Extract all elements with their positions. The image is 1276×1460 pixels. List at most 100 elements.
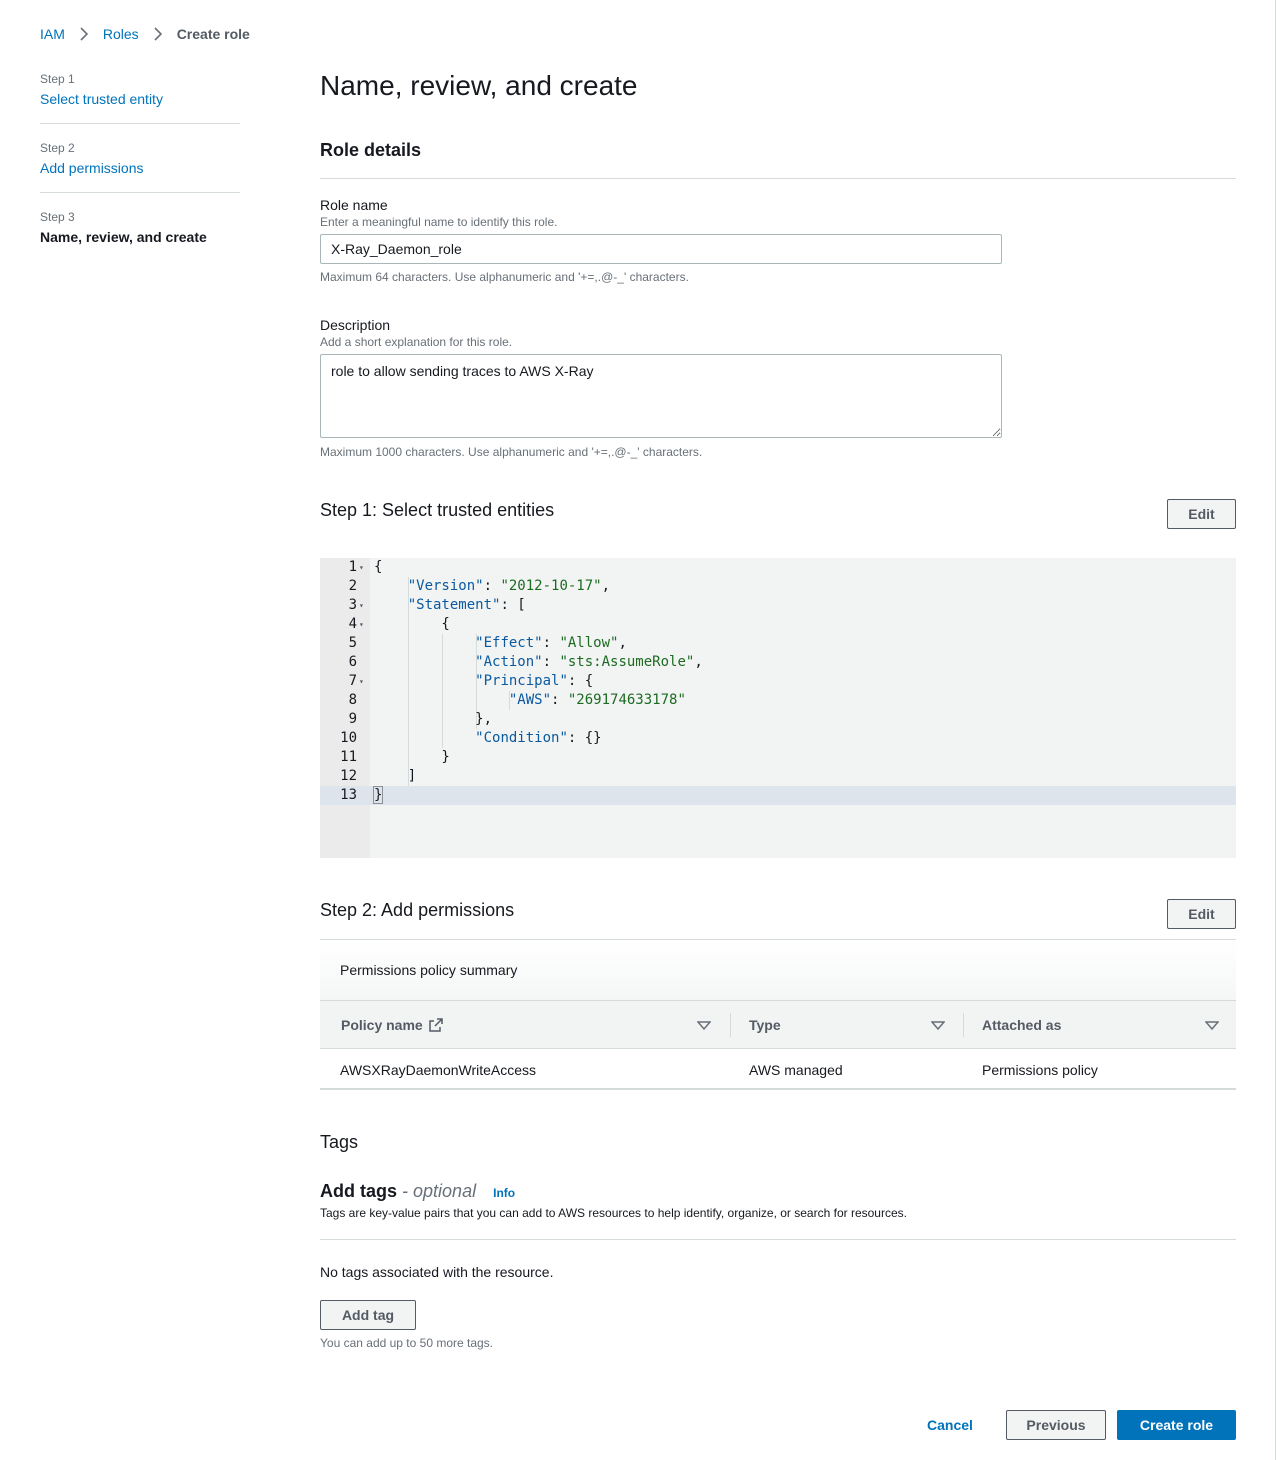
code-text: "AWS": "269174633178" — [508, 692, 686, 708]
role-name-label: Role name — [320, 197, 388, 213]
line-number: 10 — [340, 730, 357, 746]
code-text: "Principal": { — [475, 673, 594, 689]
role-details-header: Role details — [320, 140, 422, 160]
line-number: 7 — [348, 673, 357, 689]
permissions-summary-table: Permissions policy summary Policy name T… — [320, 939, 1236, 1090]
fold-arrow-icon[interactable]: ▾ — [359, 672, 364, 691]
code-line-active: 13 } — [320, 786, 1236, 805]
code-line: 5 "Effect": "Allow", — [320, 634, 1236, 653]
step-link-add-permissions[interactable]: Add permissions — [40, 160, 240, 176]
code-line: 9 }, — [320, 710, 1236, 729]
line-number: 4 — [348, 616, 357, 632]
line-number: 8 — [348, 692, 357, 708]
column-divider — [730, 1013, 731, 1037]
breadcrumb: IAM Roles Create role — [40, 26, 250, 42]
json-key: "Version" — [407, 578, 484, 594]
json-key: "Condition" — [475, 730, 568, 746]
step2-title: Step 2: Add permissions — [320, 900, 515, 920]
step-current-name-review-create: Name, review, and create — [40, 229, 207, 245]
description-description: Add a short explanation for this role. — [320, 335, 513, 349]
trust-policy-editor[interactable]: 1 ▾ { 2 "Version": "2012-10-17", 3 ▾ "Stat… — [320, 558, 1236, 858]
breadcrumb-roles[interactable]: Roles — [103, 26, 139, 42]
divider — [320, 178, 1236, 179]
description-textarea[interactable]: role to allow sending traces to AWS X-Ra… — [320, 354, 1002, 438]
previous-button[interactable]: Previous — [1006, 1410, 1106, 1440]
json-key: "Principal" — [475, 673, 568, 689]
step-number: Step 1 — [40, 72, 75, 86]
sort-caret-icon[interactable] — [930, 1019, 946, 1031]
code-line: 6 "Action": "sts:AssumeRole", — [320, 653, 1236, 672]
code-text: "Action": "sts:AssumeRole", — [475, 654, 703, 670]
code-text: { — [374, 616, 450, 632]
column-header-policy-name[interactable]: Policy name — [341, 1001, 443, 1049]
external-link-icon — [428, 1018, 443, 1032]
tags-description: Tags are key-value pairs that you can ad… — [320, 1206, 907, 1220]
sort-caret-icon[interactable] — [1204, 1019, 1220, 1031]
code-text: { — [374, 559, 383, 575]
edit-trusted-entities-button[interactable]: Edit — [1167, 499, 1236, 529]
code-text: "Condition": {} — [475, 730, 602, 746]
step-link-select-trusted-entity[interactable]: Select trusted entity — [40, 91, 240, 107]
json-key: "Statement" — [407, 597, 501, 613]
chevron-right-icon — [77, 26, 91, 42]
permissions-summary-header: Permissions policy summary — [320, 939, 1236, 1000]
step1-title: Step 1: Select trusted entities — [320, 500, 555, 520]
role-name-constraint: Maximum 64 characters. Use alphanumeric … — [320, 270, 689, 284]
line-number: 13 — [340, 787, 357, 803]
line-number: 1 — [348, 559, 357, 575]
json-string: "Allow" — [559, 635, 619, 651]
info-link[interactable]: Info — [493, 1186, 515, 1200]
table-header: Policy name Type Attached as — [320, 1000, 1236, 1049]
code-line: 8 "AWS": "269174633178" — [320, 691, 1236, 710]
json-string: "269174633178" — [567, 692, 686, 708]
optional-label: - optional — [402, 1181, 477, 1201]
breadcrumb-create-role: Create role — [176, 26, 250, 42]
line-number: 5 — [348, 635, 357, 651]
table-row: AWSXRayDaemonWriteAccess AWS managed Per… — [320, 1049, 1236, 1090]
wizard-steps: Step 1 Select trusted entity Step 2 Add … — [40, 72, 240, 278]
json-string: "2012-10-17" — [500, 578, 602, 594]
code-line: 2 "Version": "2012-10-17", — [320, 577, 1236, 596]
json-key: "AWS" — [508, 692, 552, 708]
sort-caret-icon[interactable] — [696, 1019, 712, 1031]
line-number: 12 — [340, 768, 357, 784]
fold-arrow-icon[interactable]: ▾ — [359, 558, 364, 577]
code-text: ] — [374, 768, 417, 784]
description-label: Description — [320, 317, 391, 333]
role-name-input[interactable] — [320, 234, 1002, 264]
fold-arrow-icon[interactable]: ▾ — [359, 615, 364, 634]
code-line: 4 ▾ { — [320, 615, 1236, 634]
description-constraint: Maximum 1000 characters. Use alphanumeri… — [320, 445, 703, 459]
line-number: 9 — [348, 711, 357, 727]
create-role-button[interactable]: Create role — [1117, 1410, 1236, 1440]
code-line: 1 ▾ { — [320, 558, 1236, 577]
policy-name-link[interactable]: AWSXRayDaemonWriteAccess — [340, 1049, 536, 1090]
code-text: "Statement": [ — [407, 597, 526, 613]
code-line: 12 ] — [320, 767, 1236, 786]
line-number: 6 — [348, 654, 357, 670]
code-text: "Effect": "Allow", — [475, 635, 627, 651]
wizard-step-3: Step 3 Name, review, and create — [40, 210, 240, 261]
breadcrumb-iam[interactable]: IAM — [40, 26, 65, 42]
role-name-description: Enter a meaningful name to identify this… — [320, 215, 558, 229]
json-key: "Action" — [475, 654, 543, 670]
chevron-right-icon — [151, 26, 165, 42]
code-line: 10 "Condition": {} — [320, 729, 1236, 748]
add-tag-button[interactable]: Add tag — [320, 1300, 416, 1330]
line-number: 3 — [348, 597, 357, 613]
json-string: "sts:AssumeRole" — [559, 654, 695, 670]
fold-arrow-icon[interactable]: ▾ — [359, 596, 364, 615]
column-header-attached-as[interactable]: Attached as — [982, 1001, 1061, 1049]
line-number: 2 — [348, 578, 357, 594]
json-key: "Effect" — [475, 635, 543, 651]
column-label: Policy name — [341, 1017, 423, 1033]
step-number: Step 2 — [40, 141, 75, 155]
code-text: } — [372, 786, 384, 804]
cancel-button[interactable]: Cancel — [918, 1410, 982, 1440]
edit-permissions-button[interactable]: Edit — [1167, 899, 1236, 929]
column-header-type[interactable]: Type — [749, 1001, 781, 1049]
tags-title: Tags — [320, 1132, 359, 1152]
code-text: }, — [374, 711, 493, 727]
page-title: Name, review, and create — [320, 70, 638, 101]
attached-as-cell: Permissions policy — [982, 1061, 1098, 1078]
